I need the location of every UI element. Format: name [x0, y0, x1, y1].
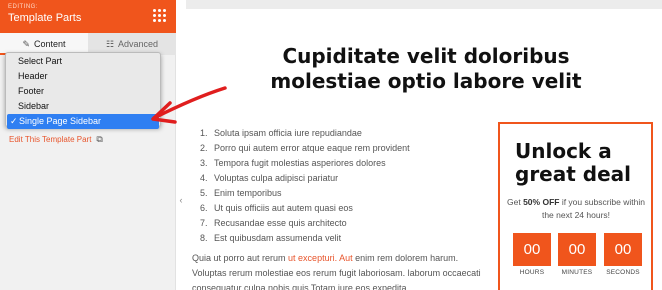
- countdown-label: MINUTES: [561, 269, 593, 276]
- dropdown-option[interactable]: Select Part: [6, 54, 160, 69]
- edit-link-label: Edit This Template Part: [9, 135, 92, 144]
- edit-template-part-link[interactable]: Edit This Template Part ⧉: [9, 134, 103, 145]
- dropdown-option[interactable]: Header: [6, 69, 160, 84]
- pencil-icon: ✎: [22, 39, 30, 49]
- countdown-value: 00: [558, 233, 596, 266]
- list-item: 4. Voluptas culpa adipisci pariatur: [200, 173, 339, 183]
- countdown-value: 00: [513, 233, 551, 266]
- promo-sidebar-box: Unlock a great deal Get 50% OFF if you s…: [498, 122, 653, 290]
- external-link-icon: ⧉: [96, 134, 103, 144]
- panel-title: Template Parts: [8, 12, 82, 24]
- paragraph-link[interactable]: Aut: [339, 253, 353, 263]
- list-item: 2. Porro qui autem error atque eaque rem …: [200, 143, 410, 153]
- tab-advanced-label: Advanced: [118, 39, 159, 49]
- list-item: 8. Est quibusdam assumenda velit: [200, 233, 342, 243]
- countdown-label: SECONDS: [606, 269, 640, 276]
- template-part-dropdown[interactable]: Select Part Header Footer Sidebar ✓Singl…: [5, 52, 161, 129]
- countdown-minutes: 00 MINUTES: [558, 233, 596, 276]
- countdown-hours: 00 HOURS: [513, 233, 551, 276]
- page-headline: Cupiditate velit doloribus molestiae opt…: [270, 44, 582, 93]
- selected-option-label: Single Page Sidebar: [19, 116, 102, 126]
- list-item: 3. Tempora fugit molestias asperiores dol…: [200, 158, 386, 168]
- checkmark-icon: ✓: [10, 116, 18, 126]
- editing-label: EDITING:: [8, 4, 39, 10]
- dropdown-option-selected[interactable]: ✓Single Page Sidebar: [7, 114, 159, 129]
- preview-top-strip: [186, 0, 662, 9]
- countdown-label: HOURS: [519, 269, 545, 276]
- collapse-panel-icon[interactable]: ‹: [176, 195, 186, 207]
- annotation-arrow-icon: [151, 86, 227, 124]
- promo-title: Unlock a great deal: [515, 139, 631, 186]
- list-item: 7. Recusandae esse quis architecto: [200, 218, 347, 228]
- countdown-value: 00: [604, 233, 642, 266]
- tab-content-label: Content: [34, 39, 66, 49]
- countdown-seconds: 00 SECONDS: [604, 233, 642, 276]
- list-item: 1. Soluta ipsam officia iure repudiandae: [200, 128, 362, 138]
- body-paragraph: Quia ut porro aut rerum ut excepturi. Au…: [192, 253, 481, 290]
- editor-panel: EDITING: Template Parts ✎ Content ☷ Advanc…: [0, 0, 176, 290]
- paragraph-link[interactable]: ut excepturi.: [288, 253, 337, 263]
- list-item: 5. Enim temporibus: [200, 188, 282, 198]
- list-item: 6. Ut quis officiis aut autem quasi eos: [200, 203, 353, 213]
- dropdown-option[interactable]: Footer: [6, 84, 160, 99]
- grid-menu-icon[interactable]: [153, 9, 166, 22]
- dropdown-option[interactable]: Sidebar: [6, 99, 160, 114]
- numbered-list: 1. Soluta ipsam officia iure repudiandae …: [200, 126, 410, 246]
- panel-header: EDITING: Template Parts: [0, 0, 176, 33]
- promo-text: Get 50% OFF if you subscribe within the …: [507, 197, 645, 220]
- sliders-icon: ☷: [105, 39, 115, 49]
